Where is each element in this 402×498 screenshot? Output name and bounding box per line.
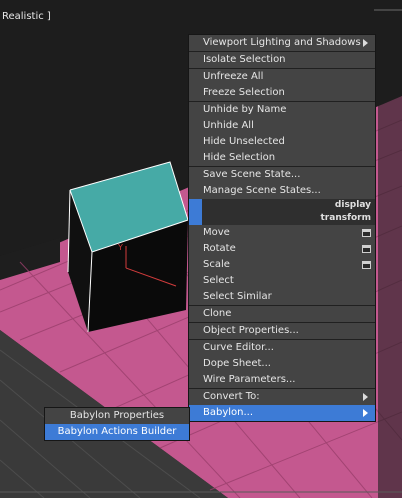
menu-item-label: Babylon... xyxy=(203,407,254,418)
submenu-arrow-icon xyxy=(363,39,368,47)
menu-item-label: Rotate xyxy=(203,243,236,254)
svg-text:Y: Y xyxy=(117,243,123,252)
menu-item-dope-sheet[interactable]: Dope Sheet... xyxy=(189,356,375,372)
babylon-submenu: Babylon Properties Babylon Actions Build… xyxy=(44,407,190,441)
menu-item-label: Convert To: xyxy=(203,391,260,402)
menu-item-babylon[interactable]: Babylon... xyxy=(189,405,375,421)
quad-header-label: display xyxy=(334,200,371,210)
quad-header-label: transform xyxy=(320,213,372,223)
quad-color-swatch xyxy=(189,199,202,212)
menu-item-hide-unselected[interactable]: Hide Unselected xyxy=(189,134,375,150)
quad-color-swatch xyxy=(189,212,202,225)
menu-item-wire-parameters[interactable]: Wire Parameters... xyxy=(189,372,375,388)
menu-item-save-scene-state[interactable]: Save Scene State... xyxy=(189,167,375,183)
menu-item-manage-scene-states[interactable]: Manage Scene States... xyxy=(189,183,375,199)
menu-item-select-similar[interactable]: Select Similar xyxy=(189,289,375,305)
quad-menu: Viewport Lighting and Shadows Isolate Se… xyxy=(188,34,376,422)
menu-item-isolate-selection[interactable]: Isolate Selection xyxy=(189,52,375,68)
submenu-arrow-icon xyxy=(363,393,368,401)
submenu-item-babylon-actions-builder[interactable]: Babylon Actions Builder xyxy=(45,424,189,440)
menu-item-curve-editor[interactable]: Curve Editor... xyxy=(189,340,375,356)
settings-box-icon[interactable] xyxy=(362,229,371,237)
menu-item-rotate[interactable]: Rotate xyxy=(189,241,375,257)
submenu-arrow-icon xyxy=(363,409,368,417)
menu-item-scale[interactable]: Scale xyxy=(189,257,375,273)
menu-item-freeze-selection[interactable]: Freeze Selection xyxy=(189,85,375,101)
menu-item-move[interactable]: Move xyxy=(189,225,375,241)
menu-item-unhide-by-name[interactable]: Unhide by Name xyxy=(189,102,375,118)
quad-header-transform[interactable]: transform xyxy=(189,212,375,225)
menu-item-unfreeze-all[interactable]: Unfreeze All xyxy=(189,69,375,85)
menu-item-label: Viewport Lighting and Shadows xyxy=(203,37,361,48)
menu-item-clone[interactable]: Clone xyxy=(189,306,375,322)
menu-item-label: Move xyxy=(203,227,230,238)
viewport-label[interactable]: Realistic ] xyxy=(2,11,51,22)
menu-item-object-properties[interactable]: Object Properties... xyxy=(189,323,375,339)
menu-item-unhide-all[interactable]: Unhide All xyxy=(189,118,375,134)
quad-header-display[interactable]: display xyxy=(189,199,375,212)
settings-box-icon[interactable] xyxy=(362,261,371,269)
menu-item-hide-selection[interactable]: Hide Selection xyxy=(189,150,375,166)
settings-box-icon[interactable] xyxy=(362,245,371,253)
menu-item-convert-to[interactable]: Convert To: xyxy=(189,389,375,405)
submenu-item-babylon-properties[interactable]: Babylon Properties xyxy=(45,408,189,424)
menu-item-select[interactable]: Select xyxy=(189,273,375,289)
menu-item-viewport-lighting[interactable]: Viewport Lighting and Shadows xyxy=(189,35,375,51)
menu-item-label: Scale xyxy=(203,259,230,270)
